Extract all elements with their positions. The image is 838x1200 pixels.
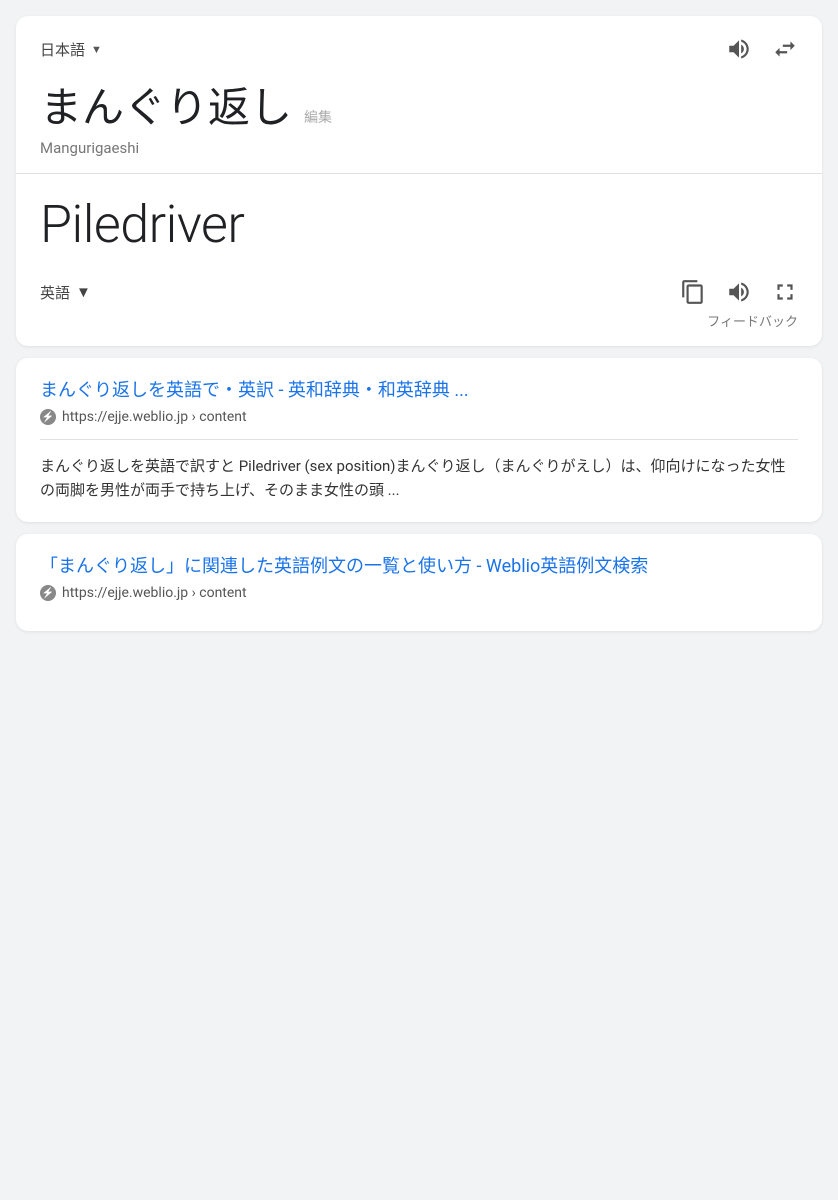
copy-icon[interactable]: [680, 279, 706, 305]
feedback-label[interactable]: フィードバック: [707, 315, 798, 330]
target-lang-label: 英語: [40, 282, 70, 303]
header-icons: [726, 36, 798, 62]
target-icons: [680, 279, 798, 305]
result-1-url-row: https://ejje.weblio.jp › content: [40, 409, 798, 425]
lightning-icon-2: [40, 585, 56, 601]
translator-card: 日本語 ▼ まんぐり返し 編集: [16, 16, 822, 346]
result-1-snippet: まんぐり返しを英語で訳すと Piledriver (sex position)ま…: [40, 454, 798, 502]
source-lang-label: 日本語: [40, 39, 85, 60]
result-1-url: https://ejje.weblio.jp › content: [62, 409, 247, 425]
source-text: まんぐり返し: [40, 74, 292, 135]
source-lang-selector[interactable]: 日本語 ▼: [40, 39, 102, 60]
translated-text: Piledriver: [40, 194, 798, 255]
result-2-title[interactable]: 「まんぐり返し」に関連した英語例文の一覧と使い方 - Weblio英語例文検索: [40, 554, 798, 579]
speaker-icon[interactable]: [726, 36, 752, 62]
source-text-container: まんぐり返し 編集: [40, 74, 798, 135]
edit-label[interactable]: 編集: [304, 107, 332, 127]
target-section: Piledriver 英語 ▼: [16, 174, 822, 346]
lightning-icon-1: [40, 409, 56, 425]
result-2-url: https://ejje.weblio.jp › content: [62, 585, 247, 601]
swap-languages-icon[interactable]: [772, 36, 798, 62]
search-result-1: まんぐり返しを英語で・英訳 - 英和辞典・和英辞典 ... https://ej…: [16, 358, 822, 522]
feedback-row: フィードバック: [40, 305, 798, 330]
romanization: Mangurigaeshi: [40, 139, 798, 157]
target-lang-chevron: ▼: [76, 283, 91, 301]
source-lang-chevron: ▼: [91, 43, 102, 56]
target-speaker-icon[interactable]: [726, 279, 752, 305]
fullscreen-icon[interactable]: [772, 279, 798, 305]
search-result-2: 「まんぐり返し」に関連した英語例文の一覧と使い方 - Weblio英語例文検索 …: [16, 534, 822, 631]
source-lang-row: 日本語 ▼: [40, 36, 798, 62]
source-section: 日本語 ▼ まんぐり返し 編集: [16, 16, 822, 174]
divider-1: [40, 439, 798, 440]
result-1-title[interactable]: まんぐり返しを英語で・英訳 - 英和辞典・和英辞典 ...: [40, 378, 798, 403]
target-lang-selector[interactable]: 英語 ▼: [40, 282, 91, 303]
target-lang-row: 英語 ▼: [40, 279, 798, 305]
result-2-url-row: https://ejje.weblio.jp › content: [40, 585, 798, 601]
